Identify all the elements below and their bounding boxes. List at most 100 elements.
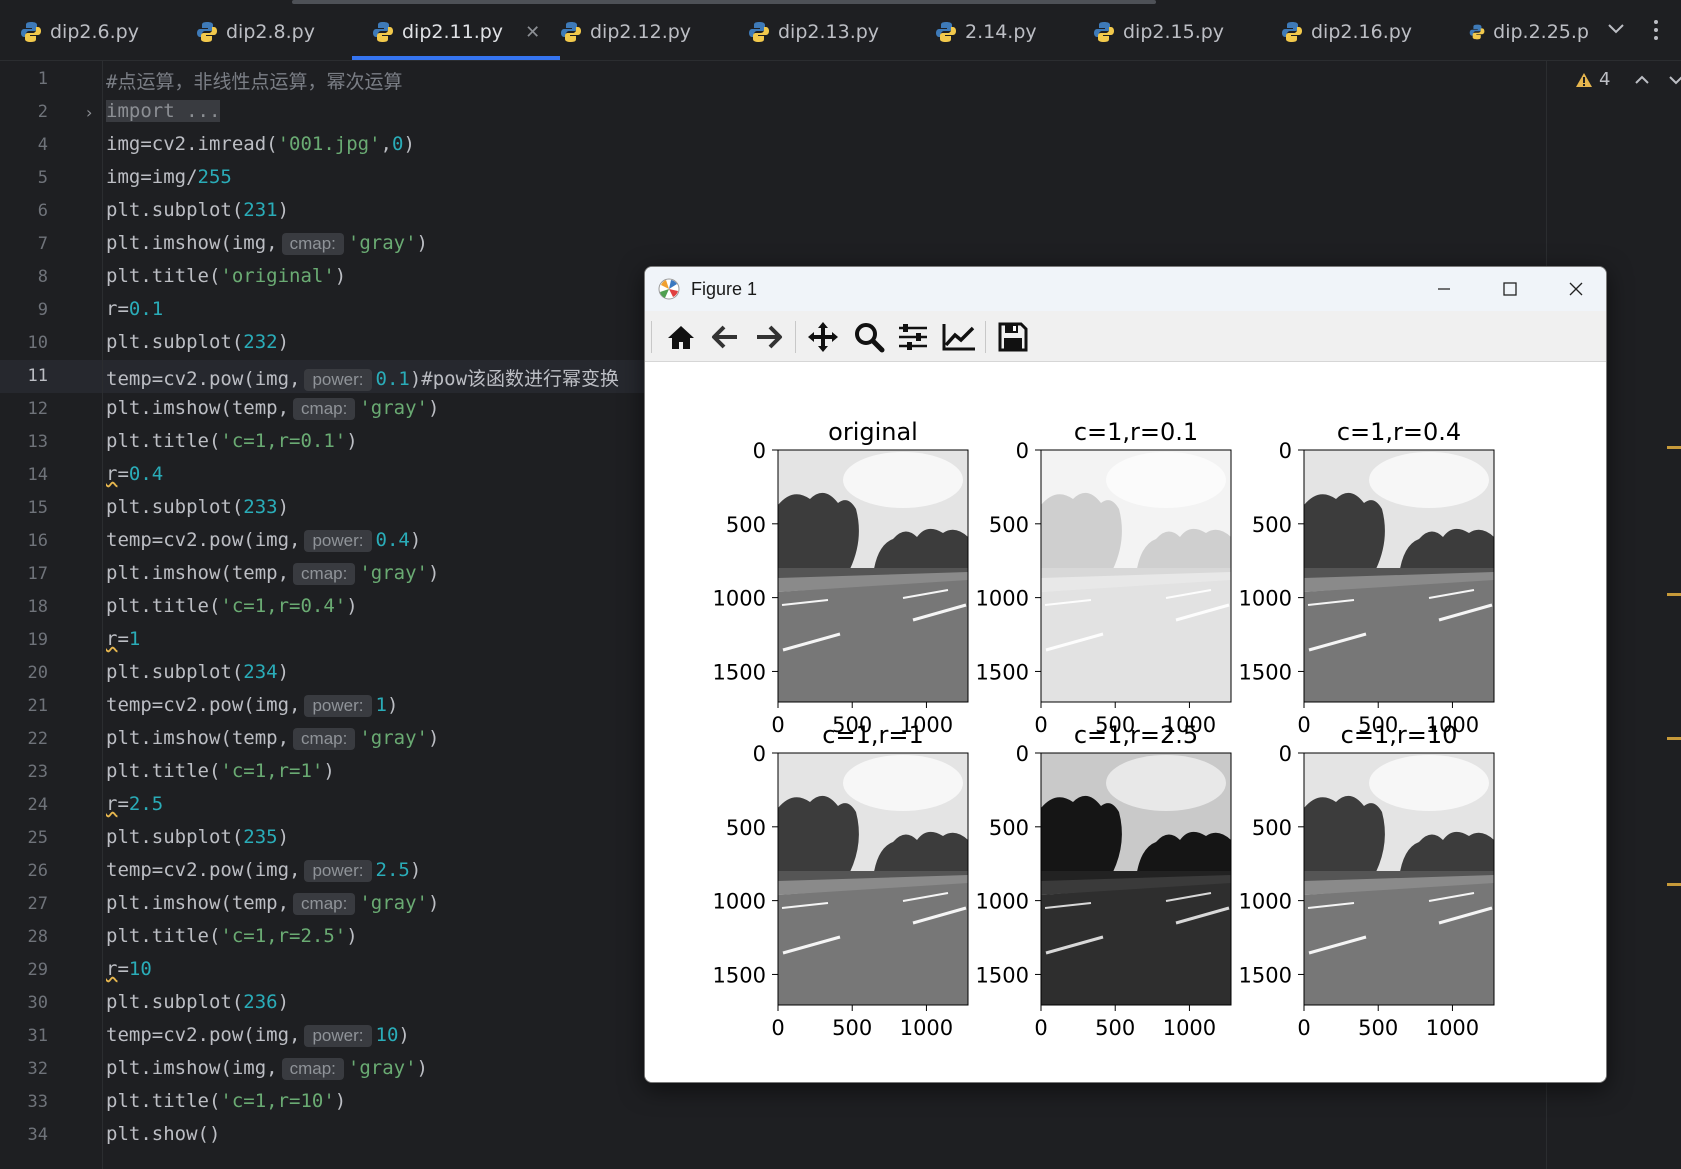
code-line-21[interactable]: temp=cv2.pow(img, power: 1) — [106, 694, 398, 717]
warning-stripe-marker[interactable] — [1667, 883, 1681, 886]
code-line-20[interactable]: plt.subplot(234) — [106, 661, 289, 683]
tab-dip2-8[interactable]: dip2.8.py — [196, 4, 315, 60]
figure-title-bar[interactable]: Figure 1 — [645, 267, 1606, 311]
code-line-7[interactable]: plt.imshow(img, cmap:'gray') — [106, 232, 428, 255]
back-button[interactable] — [707, 320, 743, 354]
tab-2-14[interactable]: 2.14.py — [935, 4, 1037, 60]
pan-button[interactable] — [805, 320, 841, 354]
parameter-hint: cmap: — [293, 398, 356, 420]
close-button[interactable] — [1544, 267, 1606, 311]
y-tick-label: 0 — [1016, 742, 1029, 766]
warning-stripe-marker[interactable] — [1667, 446, 1681, 449]
python-file-icon — [749, 22, 769, 42]
subplot-title: c=1,r=1 — [822, 721, 923, 749]
code-line-9[interactable]: r=0.1 — [106, 298, 163, 320]
number-literal: 2.5 — [128, 793, 164, 815]
code-line-11[interactable]: temp=cv2.pow(img, power: 0.1)#pow该函数进行幂变换 — [106, 364, 619, 391]
tab-dip2-11[interactable]: dip2.11.py ✕ — [352, 4, 561, 60]
warning-variable[interactable]: r — [106, 958, 117, 980]
code-line-5[interactable]: img=img/255 — [106, 166, 232, 188]
chevron-up-icon[interactable] — [1634, 74, 1650, 86]
subplot-title: c=1,r=10 — [1341, 721, 1458, 749]
code-line-13[interactable]: plt.title('c=1,r=0.1') — [106, 430, 358, 452]
code-line-14[interactable]: r=0.4 — [106, 463, 163, 485]
warning-stripe-marker[interactable] — [1667, 593, 1681, 596]
save-button[interactable] — [995, 320, 1031, 354]
folded-imports[interactable]: import ... — [106, 100, 221, 122]
line-number: 19 — [27, 630, 48, 650]
line-number: 2 — [37, 102, 48, 122]
line-number: 20 — [27, 663, 48, 683]
fold-expand-icon[interactable]: › — [86, 103, 92, 122]
code-line-4[interactable]: img=cv2.imread('001.jpg',0) — [106, 133, 415, 155]
tab-dip2-15[interactable]: dip2.15.py — [1093, 4, 1224, 60]
x-tick-label: 0 — [1034, 713, 1047, 737]
line-number: 10 — [27, 333, 48, 353]
more-vertical-icon[interactable] — [1652, 18, 1660, 42]
code-line-12[interactable]: plt.imshow(temp, cmap:'gray') — [106, 397, 439, 420]
code-line-27[interactable]: plt.imshow(temp, cmap:'gray') — [106, 892, 439, 915]
code-line-18[interactable]: plt.title('c=1,r=0.4') — [106, 595, 358, 617]
code-line-10[interactable]: plt.subplot(232) — [106, 331, 289, 353]
code-line-17[interactable]: plt.imshow(temp, cmap:'gray') — [106, 562, 439, 585]
x-tick-label: 500 — [1095, 1016, 1135, 1040]
chevron-down-icon[interactable] — [1668, 74, 1681, 86]
tab-dip-2-25[interactable]: dip.2.25.p — [1469, 4, 1589, 60]
code-line-23[interactable]: plt.title('c=1,r=1') — [106, 760, 335, 782]
code-text: plt.subplot( — [106, 826, 244, 848]
minimize-button[interactable] — [1412, 267, 1476, 311]
warning-variable[interactable]: r — [106, 793, 117, 815]
code-line-28[interactable]: plt.title('c=1,r=2.5') — [106, 925, 358, 947]
code-text: plt.imshow(img, — [106, 232, 278, 254]
figure-window[interactable]: Figure 1 original 0 500 1000 1500 0 500 … — [644, 266, 1607, 1083]
code-text: plt.title( — [106, 430, 221, 452]
warning-variable[interactable]: r — [106, 628, 117, 650]
code-line-33[interactable]: plt.title('c=1,r=10') — [106, 1090, 346, 1112]
code-line-32[interactable]: plt.imshow(img, cmap:'gray') — [106, 1057, 428, 1080]
code-line-34[interactable]: plt.show() — [106, 1123, 220, 1145]
tab-label: dip2.16.py — [1311, 21, 1413, 43]
code-line-22[interactable]: plt.imshow(temp, cmap:'gray') — [106, 727, 439, 750]
plot-area[interactable]: original 0 500 1000 1500 0 500 1000 c=1,r=0.1 0 50… — [645, 363, 1606, 1082]
code-line-25[interactable]: plt.subplot(235) — [106, 826, 289, 848]
code-line-8[interactable]: plt.title('original') — [106, 265, 346, 287]
forward-button[interactable] — [751, 320, 787, 354]
code-line-26[interactable]: temp=cv2.pow(img, power: 2.5) — [106, 859, 421, 882]
maximize-button[interactable] — [1478, 267, 1542, 311]
tab-dip2-6[interactable]: dip2.6.py — [20, 4, 139, 60]
code-line-15[interactable]: plt.subplot(233) — [106, 496, 289, 518]
tab-dip2-12[interactable]: dip2.12.py — [560, 4, 691, 60]
code-line-6[interactable]: plt.subplot(231) — [106, 199, 289, 221]
figure-canvas[interactable]: original 0 500 1000 1500 0 500 1000 c=1,r=0.1 0 50… — [645, 363, 1606, 1082]
close-tab-icon[interactable]: ✕ — [525, 22, 540, 43]
tab-dip2-13[interactable]: dip2.13.py — [748, 4, 879, 60]
y-tick-label: 1500 — [1239, 963, 1292, 987]
home-button[interactable] — [663, 320, 699, 354]
number-literal: 233 — [243, 496, 278, 518]
code-line-1[interactable]: #点运算，非线性点运算，幂次运算 — [106, 67, 402, 94]
code-line-29[interactable]: r=10 — [106, 958, 152, 980]
line-number: 8 — [37, 267, 48, 287]
y-tick-label: 0 — [753, 742, 766, 766]
parameter-hint: cmap: — [293, 563, 356, 585]
code-line-24[interactable]: r=2.5 — [106, 793, 163, 815]
line-number: 21 — [27, 696, 48, 716]
edit-axes-button[interactable] — [941, 320, 977, 354]
warning-stripe-marker[interactable] — [1667, 737, 1681, 740]
x-tick-label: 0 — [1034, 1016, 1047, 1040]
configure-subplots-button[interactable] — [895, 320, 931, 354]
code-line-2[interactable]: import ... — [106, 100, 221, 122]
line-number: 17 — [27, 564, 48, 584]
code-line-30[interactable]: plt.subplot(236) — [106, 991, 289, 1013]
chevron-down-icon[interactable] — [1606, 22, 1626, 36]
inspection-widget[interactable]: 4 — [1575, 69, 1681, 90]
code-line-16[interactable]: temp=cv2.pow(img, power: 0.4) — [106, 529, 421, 552]
zoom-button[interactable] — [851, 320, 887, 354]
code-line-31[interactable]: temp=cv2.pow(img, power: 10) — [106, 1024, 410, 1047]
line-number: 24 — [27, 795, 48, 815]
warning-variable[interactable]: r — [106, 463, 117, 485]
number-literal: 10 — [375, 1024, 399, 1046]
code-line-19[interactable]: r=1 — [106, 628, 140, 650]
tab-dip2-16[interactable]: dip2.16.py — [1281, 4, 1412, 60]
image-cloud — [843, 452, 963, 508]
